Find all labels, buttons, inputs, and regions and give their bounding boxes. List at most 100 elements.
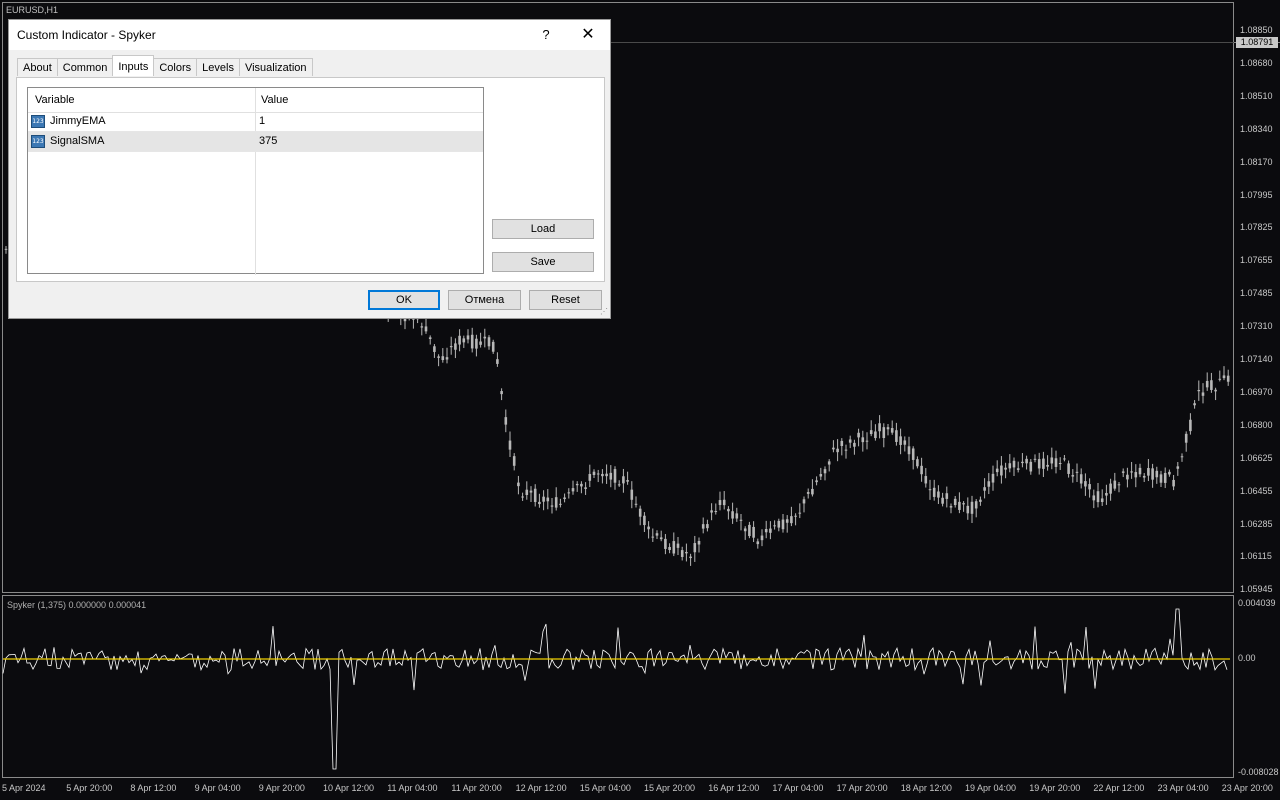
candle-body — [676, 543, 680, 548]
candle-body — [1138, 467, 1142, 475]
candle-body — [1084, 481, 1087, 487]
candle-body — [617, 484, 621, 486]
candle-body — [781, 519, 785, 530]
candle-body — [1004, 467, 1007, 470]
candle-body — [538, 501, 541, 505]
candle-body — [1193, 403, 1196, 406]
candle-body — [647, 526, 650, 530]
candle-body — [1226, 375, 1230, 382]
candle-body — [949, 506, 953, 508]
candle-body — [903, 440, 907, 445]
close-icon[interactable]: ✕ — [577, 24, 599, 46]
price-tick-label: 1.08850 — [1240, 25, 1273, 35]
row-value[interactable]: 1 — [259, 115, 265, 127]
indicator-tick-label: -0.008028 — [1238, 767, 1279, 777]
candle-body — [932, 487, 936, 497]
help-button[interactable]: ? — [535, 24, 557, 46]
row-variable-name: SignalSMA — [50, 135, 105, 147]
candle-body — [1147, 468, 1150, 476]
candle-body — [508, 440, 512, 450]
candle-body — [811, 488, 814, 495]
inputs-grid[interactable]: Variable Value 123 JimmyEMA 1 123 Signal… — [27, 87, 484, 275]
candle-body — [554, 497, 558, 508]
candle-body — [630, 489, 634, 500]
candle-body — [571, 488, 575, 492]
dialog-titlebar[interactable]: Custom Indicator - Spyker ? ✕ — [9, 20, 610, 50]
candle-body — [1142, 475, 1146, 478]
candle-body — [823, 469, 827, 474]
tab-levels[interactable]: Levels — [196, 58, 240, 76]
candle-body — [1033, 458, 1037, 460]
table-row[interactable]: 123 JimmyEMA 1 — [28, 112, 483, 132]
price-tick-label: 1.07995 — [1240, 189, 1273, 200]
column-header-variable[interactable]: Variable — [35, 94, 75, 106]
candle-body — [655, 533, 659, 536]
candle-body — [798, 512, 802, 514]
candle-body — [643, 515, 646, 526]
candle-body — [1100, 498, 1104, 502]
candle-body — [987, 481, 991, 487]
tab-common[interactable]: Common — [56, 58, 114, 76]
candle-body — [664, 538, 667, 549]
candle-body — [966, 505, 970, 514]
custom-indicator-dialog: Custom Indicator - Spyker ? ✕ About Comm… — [8, 19, 611, 319]
candle-body — [790, 516, 793, 524]
candle-body — [1184, 433, 1188, 443]
tab-about[interactable]: About — [17, 58, 58, 76]
candle-body — [1000, 465, 1003, 476]
time-tick-label: 22 Apr 12:00 — [1093, 783, 1145, 793]
time-tick-label: 15 Apr 04:00 — [579, 783, 631, 793]
candle-body — [470, 334, 474, 349]
time-tick-label: 17 Apr 04:00 — [772, 783, 824, 793]
candle-body — [458, 335, 461, 345]
tab-colors[interactable]: Colors — [153, 58, 198, 76]
column-header-value[interactable]: Value — [261, 94, 288, 106]
indicator-tick-label: 0.00 — [1238, 653, 1256, 663]
candle-body — [1113, 480, 1117, 489]
candle-body — [995, 468, 999, 473]
candle-body — [785, 519, 789, 523]
price-tick-label: 1.08680 — [1240, 57, 1273, 68]
indicator-tick-label: 0.004039 — [1238, 598, 1276, 608]
table-row[interactable]: 123 SignalSMA 375 — [28, 132, 483, 152]
candle-body — [773, 525, 776, 527]
price-tick-label: 1.07655 — [1240, 255, 1273, 266]
candle-body — [550, 505, 554, 507]
candle-body — [916, 459, 919, 467]
candle-body — [979, 499, 982, 502]
row-value[interactable]: 375 — [259, 135, 277, 147]
time-tick-label: 10 Apr 12:00 — [323, 783, 375, 793]
candle-body — [1134, 472, 1138, 478]
candle-body — [466, 335, 470, 340]
candle-body — [962, 503, 965, 505]
resize-grip-icon[interactable]: ⋰ — [600, 307, 608, 316]
price-tick-label: 1.05945 — [1240, 584, 1273, 595]
tab-inputs[interactable]: Inputs — [112, 55, 155, 76]
candle-body — [886, 427, 890, 430]
candle-body — [1176, 466, 1180, 469]
time-tick-label: 11 Apr 04:00 — [387, 783, 438, 793]
reset-button[interactable]: Reset — [529, 290, 602, 310]
candle-body — [1075, 471, 1079, 473]
candle-body — [1155, 470, 1159, 478]
ok-button[interactable]: OK — [368, 290, 440, 310]
load-button[interactable]: Load — [492, 219, 594, 239]
time-tick-label: 18 Apr 12:00 — [900, 783, 952, 793]
candle-body — [1025, 458, 1028, 464]
candle-body — [546, 497, 550, 502]
cancel-button[interactable]: Отмена — [448, 290, 521, 310]
candle-body — [794, 515, 797, 517]
candle-body — [1121, 471, 1125, 473]
candle-body — [714, 511, 718, 513]
candle-body — [890, 428, 894, 433]
candle-body — [622, 476, 625, 484]
candle-body — [882, 427, 886, 439]
candle-body — [521, 496, 524, 498]
save-button[interactable]: Save — [492, 252, 594, 272]
candle-body — [424, 326, 428, 332]
tab-visualization[interactable]: Visualization — [238, 58, 313, 76]
candle-body — [1117, 484, 1121, 486]
candle-body — [483, 336, 487, 339]
candle-body — [920, 465, 923, 475]
candle-body — [420, 326, 424, 328]
